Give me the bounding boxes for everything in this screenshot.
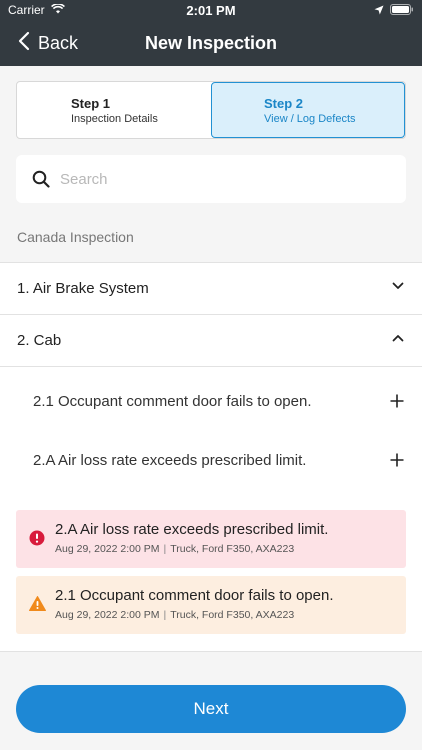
plus-icon[interactable]	[390, 453, 404, 467]
error-circle-icon	[29, 530, 45, 546]
back-button[interactable]: Back	[18, 28, 78, 58]
section-title: Canada Inspection	[17, 229, 134, 245]
status-bar: Carrier 2:01 PM	[0, 0, 422, 20]
category-label: 1. Air Brake System	[17, 280, 149, 297]
logged-defect-date: Aug 29, 2022 2:00 PM	[55, 543, 160, 555]
search-bar	[16, 155, 406, 203]
status-right-group	[374, 4, 414, 18]
category-row-cab[interactable]: 2. Cab	[0, 315, 422, 367]
logged-defect-card-danger[interactable]: 2.A Air loss rate exceeds prescribed lim…	[16, 510, 406, 568]
next-button[interactable]: Next	[16, 685, 406, 733]
logged-defect-date: Aug 29, 2022 2:00 PM	[55, 609, 160, 621]
step-number: Step 1	[71, 96, 111, 111]
search-icon	[32, 170, 50, 188]
logged-defect-card-warning[interactable]: 2.1 Occupant comment door fails to open.…	[16, 576, 406, 634]
step-label: View / Log Defects	[264, 113, 356, 125]
back-label: Back	[38, 32, 79, 53]
plus-icon[interactable]	[390, 394, 404, 408]
chevron-up-icon	[392, 334, 404, 342]
step-1-tab[interactable]: Step 1 Inspection Details	[17, 82, 211, 138]
nav-bar: Back New Inspection	[0, 20, 422, 66]
chevron-down-icon	[392, 282, 404, 290]
logged-defect-meta: Aug 29, 2022 2:00 PM | Truck, Ford F350,…	[55, 543, 406, 555]
logged-defect-vehicle: Truck, Ford F350, AXA223	[170, 543, 295, 555]
defect-row-occupant-door[interactable]: 2.1 Occupant comment door fails to open.	[0, 372, 422, 431]
logged-defect-title: 2.1 Occupant comment door fails to open.	[55, 587, 334, 604]
defect-row-air-loss-rate[interactable]: 2.A Air loss rate exceeds prescribed lim…	[0, 431, 422, 490]
step-selector: Step 1 Inspection Details Step 2 View / …	[16, 81, 406, 139]
logged-defect-vehicle: Truck, Ford F350, AXA223	[170, 609, 295, 621]
step-number: Step 2	[264, 96, 304, 111]
category-label: 2. Cab	[17, 332, 62, 349]
chevron-left-icon	[18, 31, 30, 56]
meta-separator: |	[163, 609, 167, 621]
step-label: Inspection Details	[71, 113, 158, 125]
battery-icon	[390, 4, 414, 18]
defect-label: 2.A Air loss rate exceeds prescribed lim…	[33, 452, 307, 469]
location-arrow-icon	[374, 4, 384, 18]
logged-defect-meta: Aug 29, 2022 2:00 PM | Truck, Ford F350,…	[55, 609, 406, 621]
category-row-air-brake-system[interactable]: 1. Air Brake System	[0, 263, 422, 315]
warning-triangle-icon	[29, 596, 46, 611]
clock: 2:01 PM	[186, 3, 236, 18]
defect-label: 2.1 Occupant comment door fails to open.	[33, 393, 312, 410]
inspection-list: 1. Air Brake System 2. Cab 2.1 Occupant …	[0, 262, 422, 652]
meta-separator: |	[163, 543, 167, 555]
search-input[interactable]	[60, 170, 380, 188]
step-2-tab[interactable]: Step 2 View / Log Defects	[211, 82, 405, 138]
logged-defect-title: 2.A Air loss rate exceeds prescribed lim…	[55, 521, 329, 538]
